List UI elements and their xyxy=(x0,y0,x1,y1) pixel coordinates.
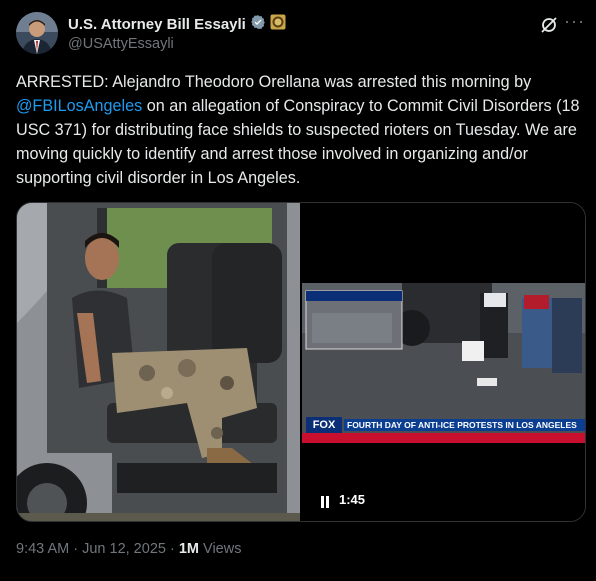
fox-logo: FOX xyxy=(306,417,342,433)
verified-badge-icon xyxy=(250,14,266,35)
news-headline: FOURTH DAY OF ANTI-ICE PROTESTS IN LOS A… xyxy=(344,419,585,431)
meta-separator: · xyxy=(69,541,83,557)
doj-seal-icon xyxy=(270,14,286,35)
news-ticker xyxy=(302,433,585,443)
tweet-text: ARRESTED: Alejandro Theodoro Orellana wa… xyxy=(16,70,582,190)
mention-link[interactable]: @FBILosAngeles xyxy=(16,97,142,115)
author-name[interactable]: U.S. Attorney Bill Essayli xyxy=(68,16,246,33)
post-date[interactable]: Jun 12, 2025 xyxy=(82,541,166,557)
tweet-meta: 9:43 AM · Jun 12, 2025 · 1M Views xyxy=(16,541,241,557)
media-grid: FOX FOURTH DAY OF ANTI-ICE PROTESTS IN L… xyxy=(16,202,586,522)
views-count: 1M xyxy=(178,541,199,557)
author-handle[interactable]: @USAttyEssayli xyxy=(68,36,174,52)
grok-icon[interactable] xyxy=(538,14,560,36)
video-duration: 1:45 xyxy=(339,492,366,507)
news-video-player[interactable]: FOX FOURTH DAY OF ANTI-ICE PROTESTS IN L… xyxy=(302,203,585,521)
tweet-text-part: ARRESTED: Alejandro Theodoro Orellana wa… xyxy=(16,73,532,91)
video-frame: FOX FOURTH DAY OF ANTI-ICE PROTESTS IN L… xyxy=(302,283,585,443)
tweet: U.S. Attorney Bill Essayli @USAttyEssayl… xyxy=(0,0,596,581)
arrest-photo[interactable] xyxy=(17,203,300,521)
more-options-icon[interactable]: ··· xyxy=(564,11,585,32)
views-label: Views xyxy=(199,541,242,557)
post-time[interactable]: 9:43 AM xyxy=(16,541,69,557)
pause-icon[interactable] xyxy=(320,495,330,508)
meta-separator: · xyxy=(165,541,179,557)
author-avatar[interactable] xyxy=(16,12,58,54)
